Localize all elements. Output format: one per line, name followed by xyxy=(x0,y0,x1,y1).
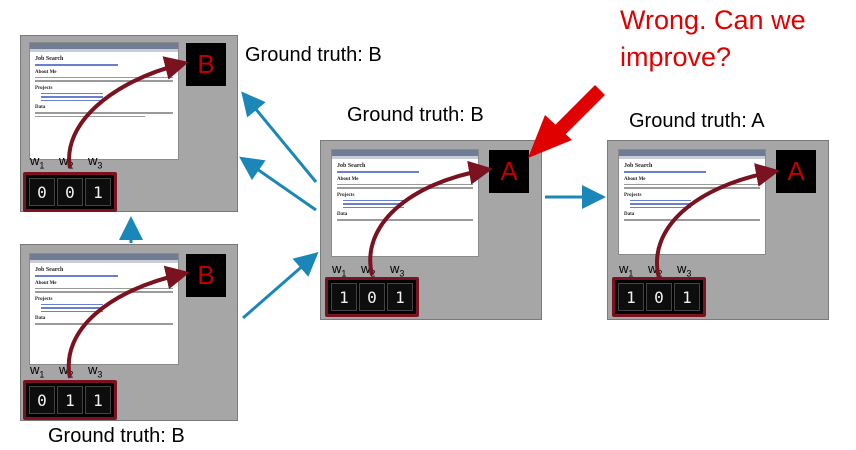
curve-panel-3 xyxy=(368,160,493,276)
arrow-bottom-left-to-center xyxy=(242,252,319,320)
connector-overlay xyxy=(66,56,780,379)
curve-panel-4 xyxy=(655,163,780,279)
curve-panel-2 xyxy=(66,265,190,379)
curve-panel-1 xyxy=(67,56,189,169)
